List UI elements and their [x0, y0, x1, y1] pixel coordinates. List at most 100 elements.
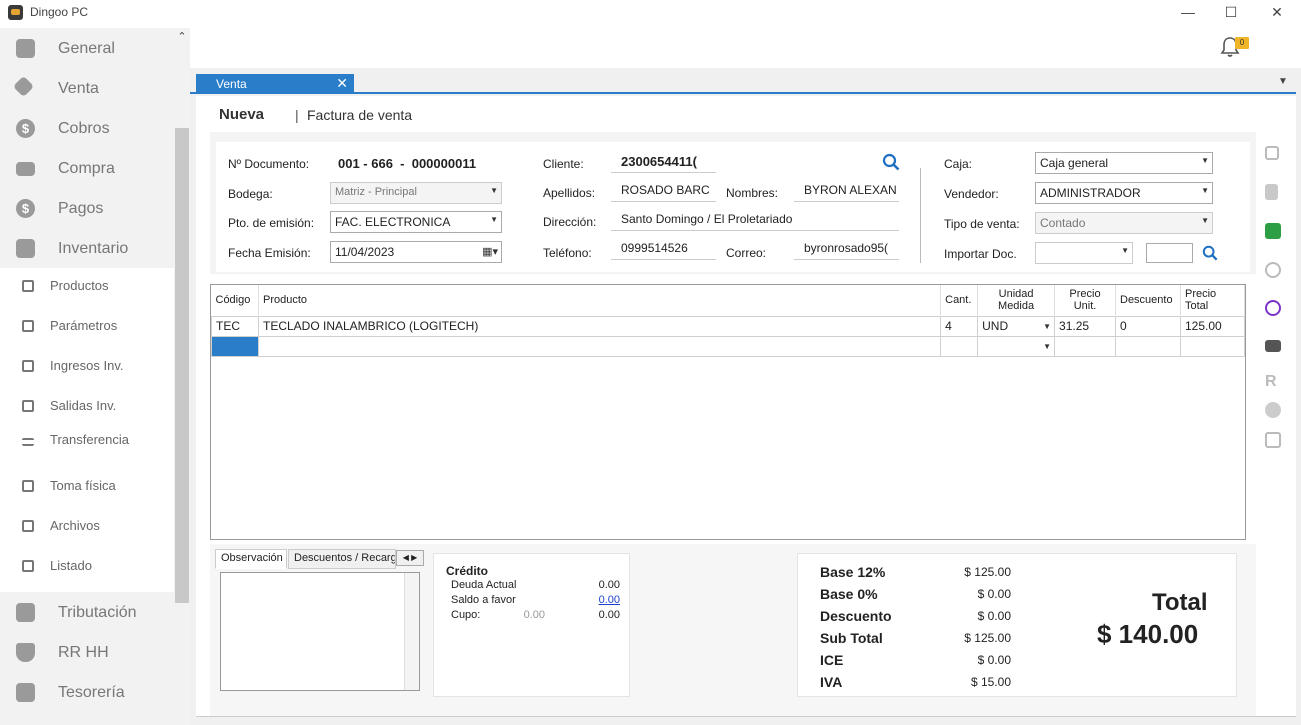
- col-header-unidad[interactable]: Unidad Medida: [977, 285, 1056, 316]
- sidebar-sub-transferencia[interactable]: Transferencia: [0, 424, 174, 460]
- cell-precio[interactable]: 31.25: [1054, 315, 1116, 337]
- sidebar-item-label: Toma física: [50, 478, 116, 493]
- sidebar-sub-ingresos[interactable]: Ingresos Inv.: [0, 350, 174, 386]
- cell-cant[interactable]: 4: [940, 315, 979, 337]
- saldo-link[interactable]: 0.00: [590, 594, 620, 606]
- fecha-emision-picker[interactable]: 11/04/2023 ▦▾: [330, 241, 502, 263]
- sidebar-sub-parametros[interactable]: Parámetros: [0, 310, 174, 346]
- observacion-textarea[interactable]: [220, 572, 420, 691]
- cell-descuento-new[interactable]: [1115, 335, 1181, 357]
- sidebar-scroll-thumb[interactable]: [175, 128, 189, 603]
- sidebar-item-venta[interactable]: Venta: [0, 68, 174, 108]
- outbox-icon: [22, 400, 34, 412]
- sidebar-item-label: Parámetros: [50, 318, 118, 333]
- minimize-button[interactable]: —: [1178, 4, 1198, 20]
- telefono-field[interactable]: 0999514526: [611, 240, 716, 260]
- top-bar: [190, 24, 1301, 68]
- col-header-codigo[interactable]: Código: [211, 285, 259, 316]
- cell-descuento[interactable]: 0: [1115, 315, 1181, 337]
- cell-precio-new[interactable]: [1054, 335, 1116, 357]
- credit-title: Crédito: [446, 564, 488, 578]
- cell-producto[interactable]: TECLADO INALAMBRICO (LOGITECH): [257, 315, 942, 337]
- document-icon[interactable]: [1265, 184, 1278, 200]
- telefono-label: Teléfono:: [543, 246, 592, 260]
- cell-cant-new[interactable]: [940, 335, 979, 357]
- sidebar-item-rrhh[interactable]: RR HH: [0, 632, 174, 672]
- table-row-new[interactable]: ▼: [211, 335, 1246, 357]
- cell-codigo-new[interactable]: [211, 335, 259, 357]
- observacion-scrollbar[interactable]: [404, 573, 419, 690]
- search-icon[interactable]: [1202, 245, 1218, 261]
- tab-observacion[interactable]: Observación: [215, 549, 287, 569]
- save-icon[interactable]: [1265, 223, 1281, 239]
- vendedor-label: Vendedor:: [944, 187, 999, 201]
- cliente-field[interactable]: 2300654411(: [611, 153, 716, 173]
- importar-number-field[interactable]: [1146, 243, 1193, 263]
- vendedor-select[interactable]: ADMINISTRADOR ▼: [1035, 182, 1213, 204]
- sidebar-sub-productos[interactable]: Productos: [0, 270, 174, 306]
- tipo-venta-select[interactable]: Contado ▼: [1035, 212, 1213, 234]
- bank-icon: [16, 683, 35, 702]
- cell-total[interactable]: 125.00: [1179, 315, 1246, 337]
- nombres-field[interactable]: BYRON ALEXAN: [794, 182, 899, 202]
- sidebar-item-compra[interactable]: Compra: [0, 148, 174, 188]
- bodega-select[interactable]: Matriz - Principal ▼: [330, 182, 502, 204]
- maximize-button[interactable]: ☐: [1221, 4, 1241, 20]
- print-icon[interactable]: [1265, 340, 1281, 352]
- base0-value: $ 0.00: [977, 587, 1011, 601]
- cell-unidad-new[interactable]: ▼: [977, 335, 1056, 357]
- tab-descuentos[interactable]: Descuentos / Recargos: [288, 549, 396, 569]
- col-header-total[interactable]: Precio Total: [1180, 285, 1246, 316]
- subtotal-value: $ 125.00: [964, 631, 1011, 645]
- chevron-down-icon[interactable]: ▼: [1278, 76, 1288, 87]
- correo-field[interactable]: byronrosado95(: [794, 240, 899, 260]
- sidebar-item-tributacion[interactable]: Tributación: [0, 592, 174, 632]
- chevron-down-icon: ▼: [1201, 186, 1209, 195]
- search-icon[interactable]: [882, 153, 900, 171]
- sidebar-sub-listado[interactable]: Listado: [0, 550, 174, 586]
- iva-value: $ 15.00: [970, 675, 1011, 689]
- scroll-up-icon[interactable]: ⌃: [174, 30, 190, 46]
- sidebar-item-label: Ingresos Inv.: [50, 358, 124, 373]
- bodega-label: Bodega:: [228, 187, 273, 201]
- col-header-precio[interactable]: Precio Unit.: [1054, 285, 1116, 316]
- barcode-icon[interactable]: [1265, 432, 1281, 448]
- sidebar-sub-toma-fisica[interactable]: Toma física: [0, 470, 174, 506]
- apellidos-field[interactable]: ROSADO BARC: [611, 182, 716, 202]
- dollar-icon: [16, 199, 35, 218]
- caja-select[interactable]: Caja general ▼: [1035, 152, 1213, 174]
- sidebar-item-cobros[interactable]: Cobros: [0, 108, 174, 148]
- form-divider: [920, 168, 921, 263]
- tab-venta[interactable]: Venta ✕: [196, 74, 354, 94]
- sidebar-sub-salidas[interactable]: Salidas Inv.: [0, 390, 174, 426]
- correo-label: Correo:: [726, 246, 767, 260]
- report-icon[interactable]: R: [1265, 374, 1281, 390]
- direccion-field[interactable]: Santo Domingo / El Proletariado: [611, 211, 899, 231]
- eye-icon[interactable]: [1265, 402, 1281, 418]
- edit-icon[interactable]: [1265, 146, 1279, 160]
- sidebar-sub-archivos[interactable]: Archivos: [0, 510, 174, 546]
- tab-scroll-arrows-icon[interactable]: ◀ ▶: [396, 550, 424, 566]
- col-header-cant[interactable]: Cant.: [940, 285, 979, 316]
- cell-total-new[interactable]: [1179, 335, 1246, 357]
- col-header-descuento[interactable]: Descuento: [1115, 285, 1181, 316]
- table-row[interactable]: TEC TECLADO INALAMBRICO (LOGITECH) 4 UND…: [211, 315, 1246, 337]
- col-header-producto[interactable]: Producto: [258, 285, 942, 316]
- total-label: Total: [1152, 589, 1208, 616]
- notification-badge: 0: [1235, 37, 1249, 49]
- cell-producto-new[interactable]: [257, 335, 942, 357]
- sidebar-item-inventario[interactable]: Inventario: [0, 228, 174, 268]
- search-document-icon[interactable]: [1265, 300, 1281, 316]
- importar-select[interactable]: ▼: [1035, 242, 1133, 264]
- tab-close-icon[interactable]: ✕: [336, 75, 348, 92]
- sidebar-item-tesoreria[interactable]: Tesorería: [0, 672, 174, 712]
- cell-unidad[interactable]: UND ▼: [977, 315, 1056, 337]
- sidebar-item-general[interactable]: General: [0, 28, 174, 68]
- close-window-button[interactable]: ✕: [1267, 4, 1287, 20]
- cancel-icon[interactable]: [1265, 262, 1281, 278]
- cell-codigo[interactable]: TEC: [211, 315, 259, 337]
- sidebar-item-pagos[interactable]: Pagos: [0, 188, 174, 228]
- sidebar-item-label: Venta: [58, 80, 99, 97]
- pto-emision-select[interactable]: FAC. ELECTRONICA ▼: [330, 211, 502, 233]
- page-title: Factura de venta: [307, 107, 413, 123]
